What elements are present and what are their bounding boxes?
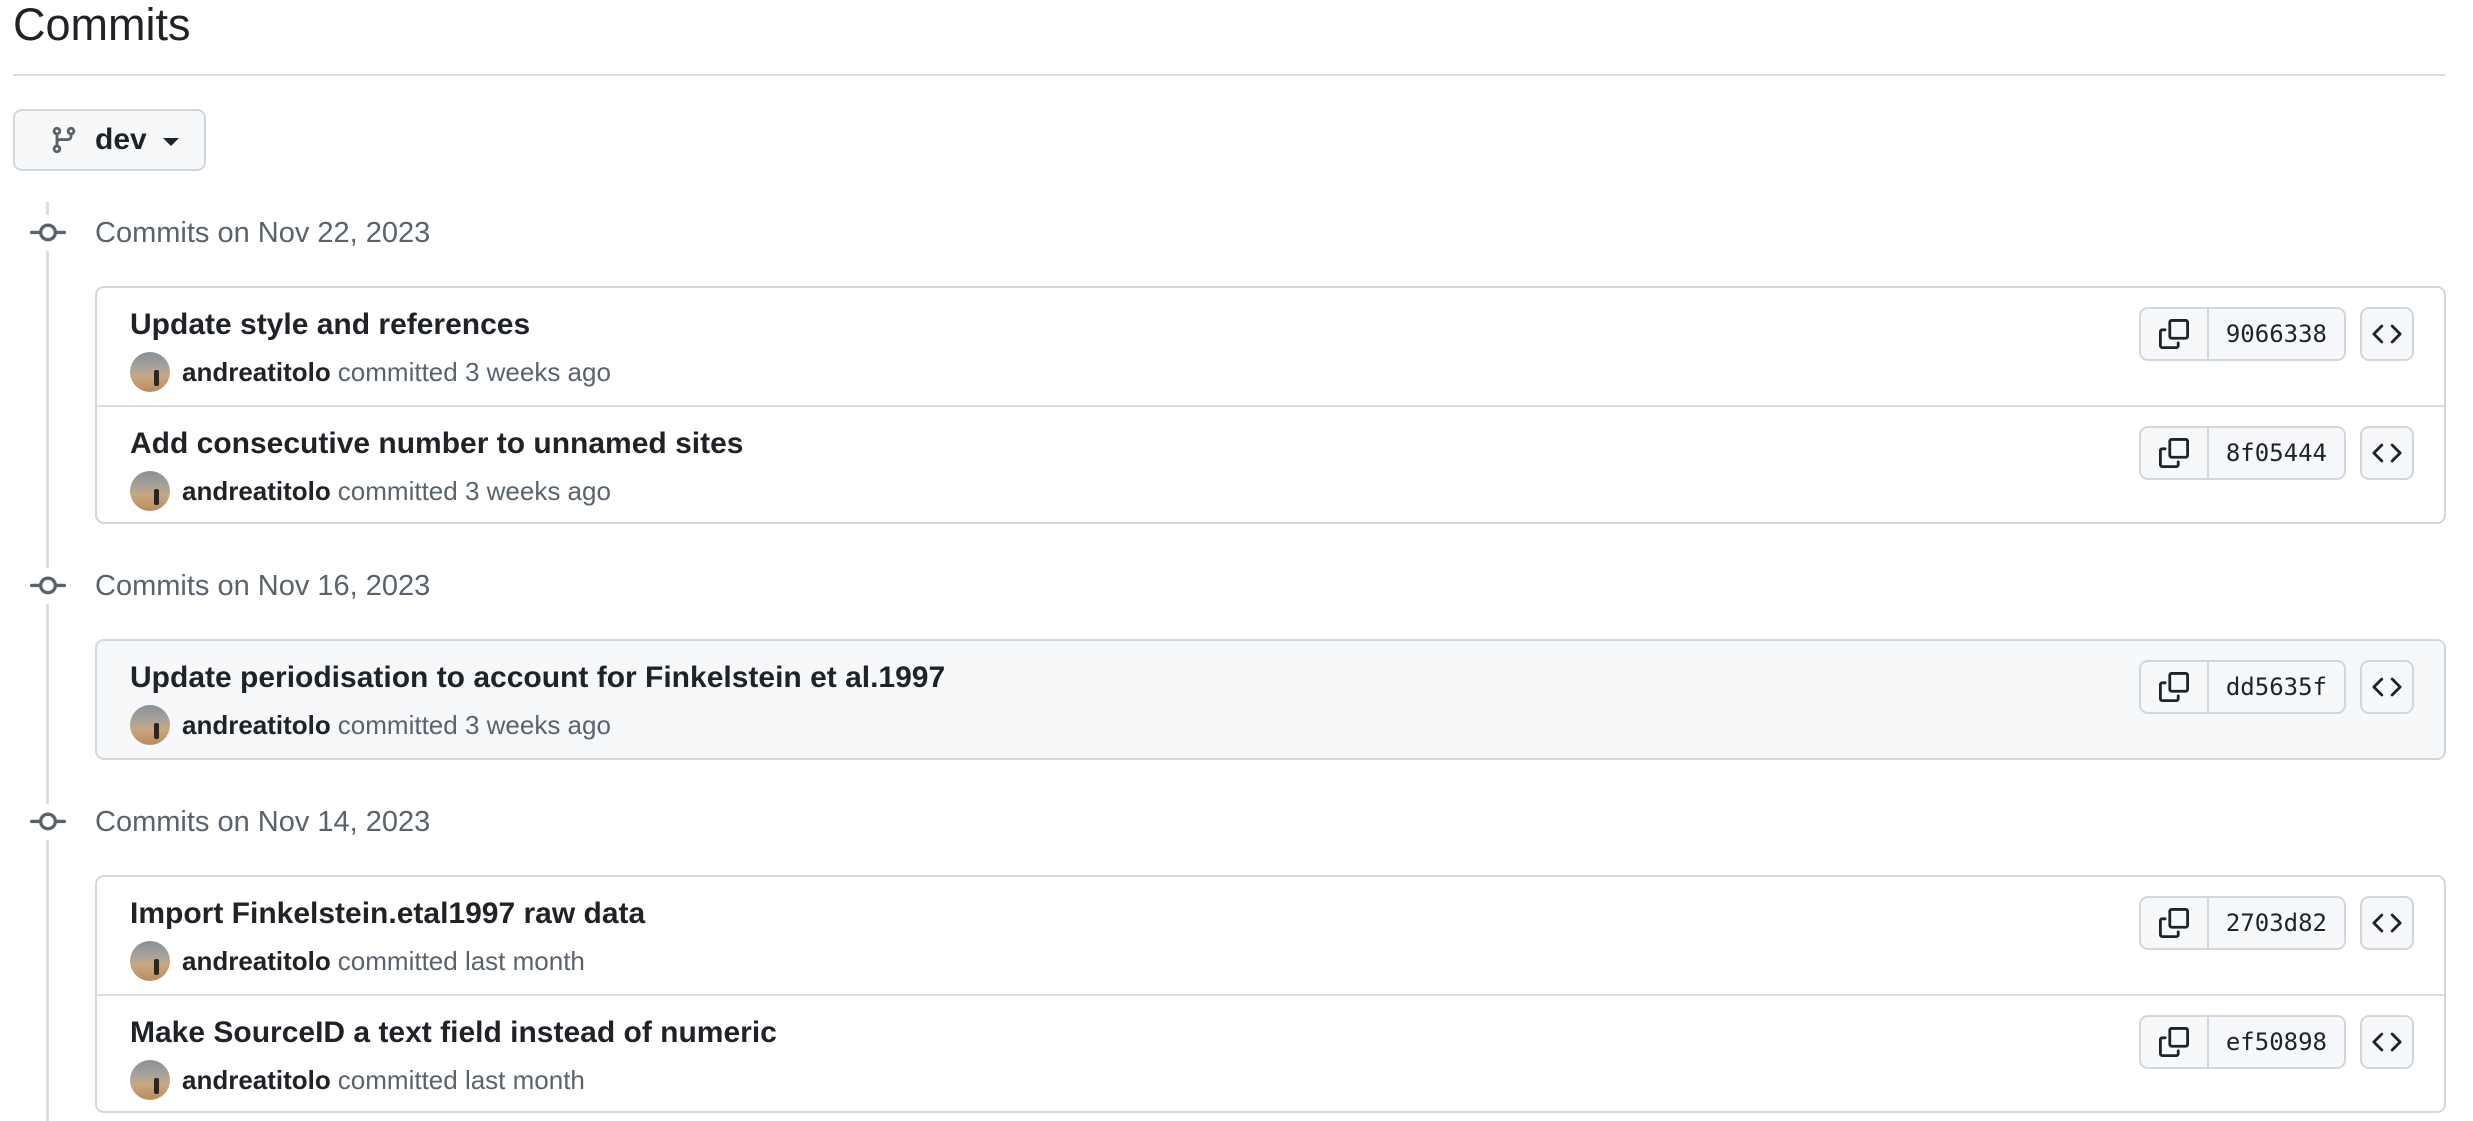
avatar[interactable] xyxy=(130,705,170,745)
commits-page: Commits dev Commits on Nov 22, 2023 Upda… xyxy=(0,0,2473,1121)
avatar[interactable] xyxy=(130,352,170,392)
commit-sha-link[interactable]: 9066338 xyxy=(2209,309,2344,359)
commit-actions: dd5635f xyxy=(2138,660,2414,714)
copy-icon xyxy=(2158,672,2189,702)
sha-button-group: 9066338 xyxy=(2138,307,2346,361)
commit-time: committed 3 weeks ago xyxy=(337,356,611,387)
sha-button-group: dd5635f xyxy=(2138,660,2346,714)
commit-sha-link[interactable]: 8f05444 xyxy=(2209,428,2344,478)
code-icon xyxy=(2372,677,2402,697)
commit-list: Update periodisation to account for Fink… xyxy=(95,639,2446,760)
commit-time: committed last month xyxy=(337,945,585,976)
code-icon xyxy=(2372,443,2402,463)
branch-name: dev xyxy=(95,123,147,156)
git-branch-icon xyxy=(49,125,79,155)
git-commit-icon xyxy=(30,804,66,840)
copy-sha-button[interactable] xyxy=(2141,309,2209,359)
commit-row: Update periodisation to account for Fink… xyxy=(97,641,2444,758)
copy-sha-button[interactable] xyxy=(2141,1017,2209,1067)
sha-button-group: 2703d82 xyxy=(2138,896,2346,950)
commit-meta: andreatitolo committed 3 weeks ago xyxy=(130,705,611,745)
author-link[interactable]: andreatitolo xyxy=(182,710,331,741)
commit-time: committed last month xyxy=(337,1064,585,1095)
commit-sha-link[interactable]: ef50898 xyxy=(2209,1017,2344,1067)
commit-meta: andreatitolo committed 3 weeks ago xyxy=(130,471,611,511)
copy-sha-button[interactable] xyxy=(2141,428,2209,478)
commit-row: Update style and references andreatitolo… xyxy=(97,288,2444,405)
commit-actions: 9066338 xyxy=(2138,307,2414,361)
commit-group-date: Commits on Nov 22, 2023 xyxy=(95,216,431,249)
author-link[interactable]: andreatitolo xyxy=(182,476,331,507)
title-divider xyxy=(13,74,2445,76)
commit-actions: 2703d82 xyxy=(2138,896,2414,950)
author-link[interactable]: andreatitolo xyxy=(182,357,331,388)
git-commit-icon xyxy=(30,568,66,604)
avatar[interactable] xyxy=(130,1060,170,1100)
timeline-line xyxy=(46,202,49,1121)
commit-sha-link[interactable]: 2703d82 xyxy=(2209,898,2344,948)
browse-repo-button[interactable] xyxy=(2360,426,2414,480)
avatar[interactable] xyxy=(130,941,170,981)
commit-actions: ef50898 xyxy=(2138,1015,2414,1069)
commit-sha-link[interactable]: dd5635f xyxy=(2209,662,2344,712)
commit-group-date: Commits on Nov 14, 2023 xyxy=(95,805,431,838)
commit-time: committed 3 weeks ago xyxy=(337,709,611,740)
author-link[interactable]: andreatitolo xyxy=(182,1065,331,1096)
commit-group-date: Commits on Nov 16, 2023 xyxy=(95,569,431,602)
copy-sha-button[interactable] xyxy=(2141,662,2209,712)
browse-repo-button[interactable] xyxy=(2360,896,2414,950)
copy-sha-button[interactable] xyxy=(2141,898,2209,948)
caret-down-icon xyxy=(162,138,179,146)
commit-message-link[interactable]: Import Finkelstein.etal1997 raw data xyxy=(130,897,645,931)
commit-row: Add consecutive number to unnamed sites … xyxy=(97,405,2444,522)
sha-button-group: ef50898 xyxy=(2138,1015,2346,1069)
commit-list: Import Finkelstein.etal1997 raw data and… xyxy=(95,875,2446,1113)
commit-time: committed 3 weeks ago xyxy=(337,475,611,506)
commit-message-link[interactable]: Make SourceID a text field instead of nu… xyxy=(130,1016,777,1050)
code-icon xyxy=(2372,1032,2402,1052)
commit-actions: 8f05444 xyxy=(2138,426,2414,480)
browse-repo-button[interactable] xyxy=(2360,307,2414,361)
code-icon xyxy=(2372,913,2402,933)
copy-icon xyxy=(2158,319,2189,349)
commit-message-link[interactable]: Update style and references xyxy=(130,308,530,342)
avatar[interactable] xyxy=(130,471,170,511)
commit-row: Make SourceID a text field instead of nu… xyxy=(97,994,2444,1111)
commit-meta: andreatitolo committed last month xyxy=(130,941,585,981)
git-commit-icon xyxy=(30,215,66,251)
commit-meta: andreatitolo committed last month xyxy=(130,1060,585,1100)
commit-message-link[interactable]: Update periodisation to account for Fink… xyxy=(130,661,945,695)
code-icon xyxy=(2372,324,2402,344)
commit-meta: andreatitolo committed 3 weeks ago xyxy=(130,352,611,392)
browse-repo-button[interactable] xyxy=(2360,660,2414,714)
copy-icon xyxy=(2158,438,2189,468)
copy-icon xyxy=(2158,1027,2189,1057)
commit-list: Update style and references andreatitolo… xyxy=(95,286,2446,524)
branch-select-button[interactable]: dev xyxy=(13,109,206,171)
commit-message-link[interactable]: Add consecutive number to unnamed sites xyxy=(130,427,743,461)
browse-repo-button[interactable] xyxy=(2360,1015,2414,1069)
copy-icon xyxy=(2158,908,2189,938)
commit-row: Import Finkelstein.etal1997 raw data and… xyxy=(97,877,2444,994)
author-link[interactable]: andreatitolo xyxy=(182,946,331,977)
page-title: Commits xyxy=(13,0,191,50)
sha-button-group: 8f05444 xyxy=(2138,426,2346,480)
